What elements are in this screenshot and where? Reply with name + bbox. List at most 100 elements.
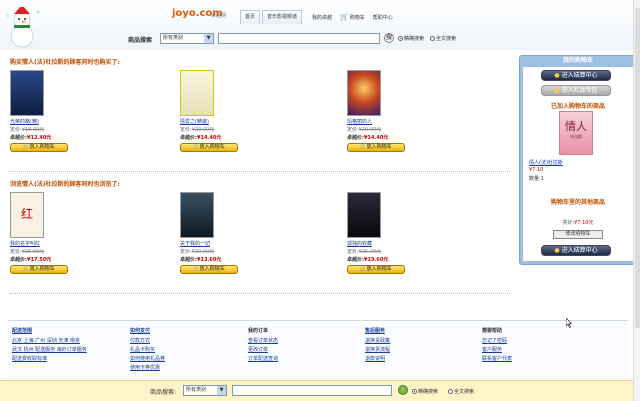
sale-price: 卓越价:¥13.60元	[180, 257, 222, 263]
footer-link[interactable]: 付款方式	[130, 337, 248, 344]
list-price: 定价:¥20.00元	[180, 127, 215, 133]
cart-item-quantity: 数量:1	[529, 176, 544, 182]
product-card: 孤独的收藏 定价:¥25.00元 卓越价:¥19.60元 🛒放入购物车	[347, 192, 437, 288]
sale-price: 卓越价:¥19.60元	[347, 257, 389, 263]
mouse-cursor-icon	[566, 318, 572, 328]
tab-home[interactable]: 首页	[240, 10, 261, 24]
footer-link[interactable]: 配送费收取标准	[12, 355, 130, 362]
category-select[interactable]: 所有类别 ▼	[160, 33, 214, 44]
help-label: 帮助中心	[372, 14, 393, 21]
section-divider	[10, 171, 510, 172]
footer-category-select[interactable]: 所有类别 ▼	[183, 385, 227, 396]
book-cover[interactable]	[10, 70, 44, 116]
product-title[interactable]: 我的名字叫红	[10, 240, 40, 247]
added-items-title: 已加入购物车的商品	[550, 103, 605, 110]
search-input[interactable]	[218, 33, 380, 44]
add-to-cart-button[interactable]: 🛒放入购物车	[180, 265, 238, 274]
product-title[interactable]: 关于我的一切	[180, 240, 210, 247]
gift-zone-button[interactable]: ● 进入礼品专区	[541, 85, 611, 96]
list-price: 定价:¥25.00元	[347, 249, 382, 255]
scrollbar-thumb[interactable]	[635, 8, 640, 328]
footer-link[interactable]: 礼品卡购买	[130, 346, 248, 353]
footer-fulltext-label: 全文搜索	[454, 389, 475, 395]
book-cover[interactable]	[180, 192, 214, 238]
cart-icon: 🛒	[340, 13, 349, 21]
footer-heading[interactable]: 配送范围	[12, 327, 130, 334]
footer-link[interactable]: 北京 上海 广州 深圳 天津 南京	[12, 337, 130, 344]
footer-col-help: 需要帮助 忘记了密码 客户服务 联系客户代表	[482, 327, 600, 364]
book-cover[interactable]	[347, 70, 381, 116]
modify-cart-button[interactable]: 修改购物车	[553, 230, 603, 239]
product-list-bought: 光荣的路(精) 定价:¥18.00元 卓越价:¥12.40元 🛒放入购物车 情爱…	[10, 70, 510, 166]
footer-col-payment: 如何支付 付款方式 礼品卡购买 如何使用礼品券 使用卡券优惠	[130, 327, 248, 373]
footer-link[interactable]: 忘记了密码	[482, 337, 600, 344]
add-to-cart-button[interactable]: 🛒放入购物车	[10, 265, 68, 274]
cart-item-link[interactable]: 情人(法)杜拉斯	[529, 159, 563, 166]
book-cover[interactable]	[180, 70, 214, 116]
search-button[interactable]: 搜	[384, 33, 394, 43]
cart-panel-body: ● 进入结算中心 ● 进入礼品专区 已加入购物车的商品 情人 杜拉斯 情人(法)杜拉斯…	[523, 67, 633, 261]
list-price: 定价:¥18.00元	[10, 127, 45, 133]
cart-item-price: ¥7.10	[529, 167, 544, 173]
footer-link[interactable]: 退换货流程	[365, 346, 483, 353]
arrow-icon: ●	[554, 87, 560, 94]
footer-link[interactable]: 退换货政策	[365, 337, 483, 344]
search-bar: 商品搜索 所有类别 ▼ 搜 精确搜索 全文搜索	[0, 30, 640, 48]
footer-heading[interactable]: 售后服务	[365, 327, 483, 334]
book-cover[interactable]: 红	[10, 192, 44, 238]
book-cover[interactable]	[347, 192, 381, 238]
sale-price: 卓越价:¥14.40元	[347, 135, 389, 141]
list-price: 定价:¥25.00元	[10, 249, 45, 255]
footer-heading: 我的订单	[248, 328, 269, 334]
arrow-icon: ●	[554, 72, 560, 79]
product-title[interactable]: 孤独的收藏	[347, 240, 372, 247]
footer-link[interactable]: 客户服务	[482, 346, 600, 353]
product-card: 红 我的名字叫红 定价:¥25.00元 卓越价:¥17.50元 🛒放入购物车	[10, 192, 100, 288]
cart-label: 购物车	[349, 14, 365, 21]
exact-search-radio[interactable]: 精确搜索	[398, 35, 424, 42]
radio-dot	[398, 36, 403, 41]
add-to-cart-button[interactable]: 🛒放入购物车	[180, 143, 238, 152]
shopping-cart-panel: 我的购物车 ● 进入结算中心 ● 进入礼品专区 已加入购物车的商品 情人 杜拉斯 情人…	[519, 55, 637, 265]
category-value: 所有类别	[163, 35, 184, 41]
footer-exact-radio[interactable]: 精确搜索	[412, 388, 438, 395]
footer-search-button[interactable]: ›	[398, 385, 408, 395]
search-icon: 搜	[385, 34, 392, 41]
footer-link[interactable]: 订单配送查询	[248, 355, 366, 362]
footer-link[interactable]: 如何使用礼品券	[130, 355, 248, 362]
footer-heading: 需要帮助	[482, 328, 503, 334]
vertical-scrollbar[interactable]	[633, 0, 640, 401]
list-price: 定价:¥20.00元	[180, 249, 215, 255]
product-title[interactable]: 光荣的路(精)	[10, 118, 39, 125]
add-to-cart-button[interactable]: 🛒放入购物车	[10, 143, 68, 152]
footer-link[interactable]: 使用卡券优惠	[130, 364, 248, 371]
cart-panel-title: 我的购物车	[562, 57, 593, 64]
my-joyo-link[interactable]: 我的卓越	[312, 14, 332, 21]
section-title-viewed: 浏览情人(法)杜拉斯的顾客同时也浏览了:	[10, 181, 120, 188]
footer-link[interactable]: 更改订单	[248, 346, 366, 353]
cart-book-cover[interactable]: 情人 杜拉斯	[559, 111, 593, 155]
fulltext-search-label: 全文搜索	[436, 36, 457, 42]
my-joyo-label: 我的卓越	[312, 14, 333, 21]
cart-link[interactable]: 🛒 购物车	[340, 13, 365, 21]
add-to-cart-button[interactable]: 🛒放入购物车	[347, 265, 405, 274]
tab-music-video[interactable]: 音乐影视频道	[262, 10, 303, 24]
product-title[interactable]: 情爱之(精装)	[180, 118, 209, 125]
footer-col-delivery: 配送范围 北京 上海 广州 深圳 天津 南京 武汉 杭州 配送服务 海外订单服务…	[12, 327, 130, 364]
sale-price: 卓越价:¥17.50元	[10, 257, 52, 263]
footer-fulltext-radio[interactable]: 全文搜索	[448, 388, 474, 395]
footer-link[interactable]: 退款说明	[365, 355, 483, 362]
footer-search-input[interactable]	[232, 385, 392, 396]
radio-dot	[430, 36, 435, 41]
footer-link[interactable]: 武汉 杭州 配送服务 海外订单服务	[12, 346, 130, 353]
product-title[interactable]: 玛格丽的人	[347, 118, 372, 125]
add-to-cart-button[interactable]: 🛒放入购物车	[347, 143, 405, 152]
footer-search-bar: 商品搜索: 所有类别 ▼ › 精确搜索 全文搜索	[0, 380, 633, 401]
checkout-button-bottom[interactable]: ● 进入结算中心	[541, 245, 611, 256]
help-link[interactable]: 帮助中心	[373, 14, 393, 21]
footer-link[interactable]: 联系客户代表	[482, 355, 600, 362]
checkout-button[interactable]: ● 进入结算中心	[541, 70, 611, 81]
footer-heading[interactable]: 如何支付	[130, 327, 248, 334]
fulltext-search-radio[interactable]: 全文搜索	[430, 35, 456, 42]
footer-link[interactable]: 查看订单状态	[248, 337, 366, 344]
